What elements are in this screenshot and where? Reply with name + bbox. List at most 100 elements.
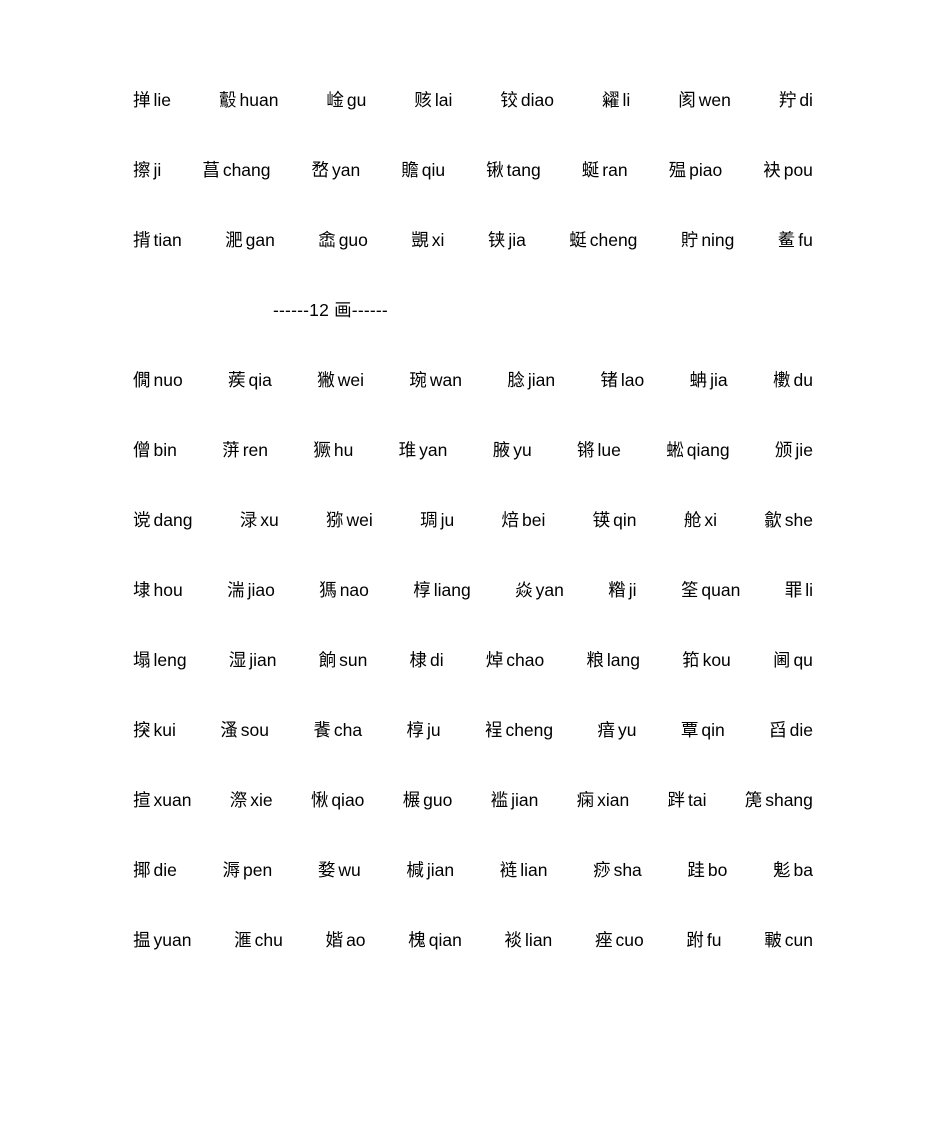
han-character: 琱 [420,510,438,530]
character-entry: 跬 bo [687,858,727,882]
character-entry: 阂 wen [678,88,731,112]
character-entry: 筘 kou [682,648,731,672]
character-entry: 揬 kui [133,718,176,742]
character-entry: 歙 she [764,508,813,532]
han-character: 蒺 [228,370,246,390]
character-entry: 塌 leng [133,648,187,672]
character-entry: 腋 yu [493,438,532,462]
character-row: 僩 nuo 蒺 qia 獙 wei 琬 wan 腍 jian 锗 lao 蚺 jia 櫢 du [133,368,813,438]
han-character: 獗 [313,440,331,460]
character-entry: 獁 nao [319,578,369,602]
pinyin-label: li [805,580,813,600]
character-row: 揶 die 溽 pen 婺 wu 椷 jian 裢 lian 痧 sha 跬 bo 鬽 ba [133,858,813,928]
character-row: 谠 dang 渌 xu 猕 wei 琱 ju 焙 bei 锳 qin 舱 xi 歙 she [133,508,813,578]
han-character: 锹 [486,160,504,180]
pinyin-label: cha [333,720,363,740]
pinyin-label: dang [153,510,193,530]
han-character: 蜓 [569,230,587,250]
character-row: 揬 kui 溞 sou 餥 cha 椁 ju 裎 cheng 瘖 yu 覃 qin 舀 die [133,718,813,788]
han-character: 粮 [586,650,604,670]
pinyin-label: yan [535,580,564,600]
pinyin-label: lian [520,860,548,880]
han-character: 腍 [507,370,525,390]
character-entry: 谠 dang [133,508,192,532]
han-character: 猕 [326,510,344,530]
han-character: 瘖 [597,720,616,740]
character-entry: 裢 lian [500,858,548,882]
character-entry: 琟 yan [399,438,448,462]
character-entry: 锵 lue [577,438,621,462]
character-entry: 菖 chang [202,158,270,182]
pinyin-label: yu [618,720,637,740]
pinyin-label: wei [346,510,373,530]
character-entry: 嵍 yan [312,158,361,182]
character-entry: 舱 xi [684,508,717,532]
character-entry: 蚺 jia [690,368,728,392]
pinyin-label: wei [337,370,365,390]
pinyin-label: xuan [153,790,192,810]
han-character: 颁 [774,440,793,460]
pinyin-label: wu [338,860,361,880]
pinyin-label: qiu [421,160,446,180]
han-character: 褴 [490,790,509,810]
pinyin-label: huan [239,90,279,110]
character-list-container: 掸 lie 鷇 huan 崯 gu 赅 lai 铰 diao 糴 li 阂 wen 羜 di 擦… [133,88,813,998]
han-character: 獁 [319,580,337,600]
pinyin-label: pou [783,160,813,180]
pinyin-label: yan [332,160,361,180]
pinyin-label: ao [346,930,366,950]
pinyin-label: yu [513,440,532,460]
pinyin-label: hou [153,580,183,600]
character-entry: 媘 ao [326,928,366,952]
character-entry: 瘖 yu [598,718,637,742]
character-entry: 僧 bin [133,438,177,462]
han-character: 揾 [133,930,151,950]
pinyin-label: qin [613,510,637,530]
pinyin-label: tai [687,790,707,810]
pinyin-label: piao [689,160,723,180]
pinyin-label: diao [520,90,554,110]
han-character: 筘 [682,650,700,670]
han-character: 鲝 [777,230,796,250]
han-character: 跬 [687,860,705,880]
han-character: 餥 [313,720,331,740]
han-character: 蚺 [689,370,708,390]
han-character: 跘 [667,790,685,810]
character-row: 擦 ji 菖 chang 嵍 yan 贍 qiu 锹 tang 蜒 ran 殟 piao 袂p… [133,158,813,228]
pinyin-label: lue [597,440,621,460]
pinyin-label: tian [153,230,182,250]
han-character: 筌 [680,580,699,600]
pinyin-label: sun [339,650,368,670]
han-character: 赅 [414,90,432,110]
han-character: 椁 [406,720,424,740]
character-entry: 椁 ju [406,718,440,742]
character-entry: 愀 qiao [311,788,365,812]
pinyin-label: di [429,650,444,670]
pinyin-label: liang [433,580,471,600]
pinyin-label: kou [702,650,731,670]
character-entry: 舀 die [769,718,813,742]
han-character: 埭 [133,580,151,600]
pinyin-label: cun [784,930,813,950]
pinyin-label: jia [710,370,728,390]
pinyin-label: xi [431,230,445,250]
character-entry: 鷇 huan [219,88,278,112]
pinyin-label: xu [260,510,279,530]
pinyin-label: cheng [505,720,554,740]
character-entry: 鲝 fu [778,228,813,252]
character-entry: 锳 qin [593,508,637,532]
character-entry: 跗 fu [686,928,721,952]
character-entry: 覃 qin [681,718,725,742]
character-entry: 溽 pen [222,858,272,882]
pinyin-label: qia [248,370,272,390]
character-entry: 蓱 ren [222,438,268,462]
pinyin-label: lian [525,930,553,950]
han-character: 僩 [133,370,151,390]
pinyin-label: ju [440,510,455,530]
han-character: 槐 [408,930,426,950]
pinyin-label: gu [346,90,367,110]
han-character: 嵍 [311,160,330,180]
han-character: 獙 [317,370,335,390]
character-row: 揾 yuan 滙 chu 媘 ao 槐 qian 裧 lian 痤 cuo 跗 fu 皸 cun [133,928,813,998]
character-entry: 獗 hu [313,438,353,462]
